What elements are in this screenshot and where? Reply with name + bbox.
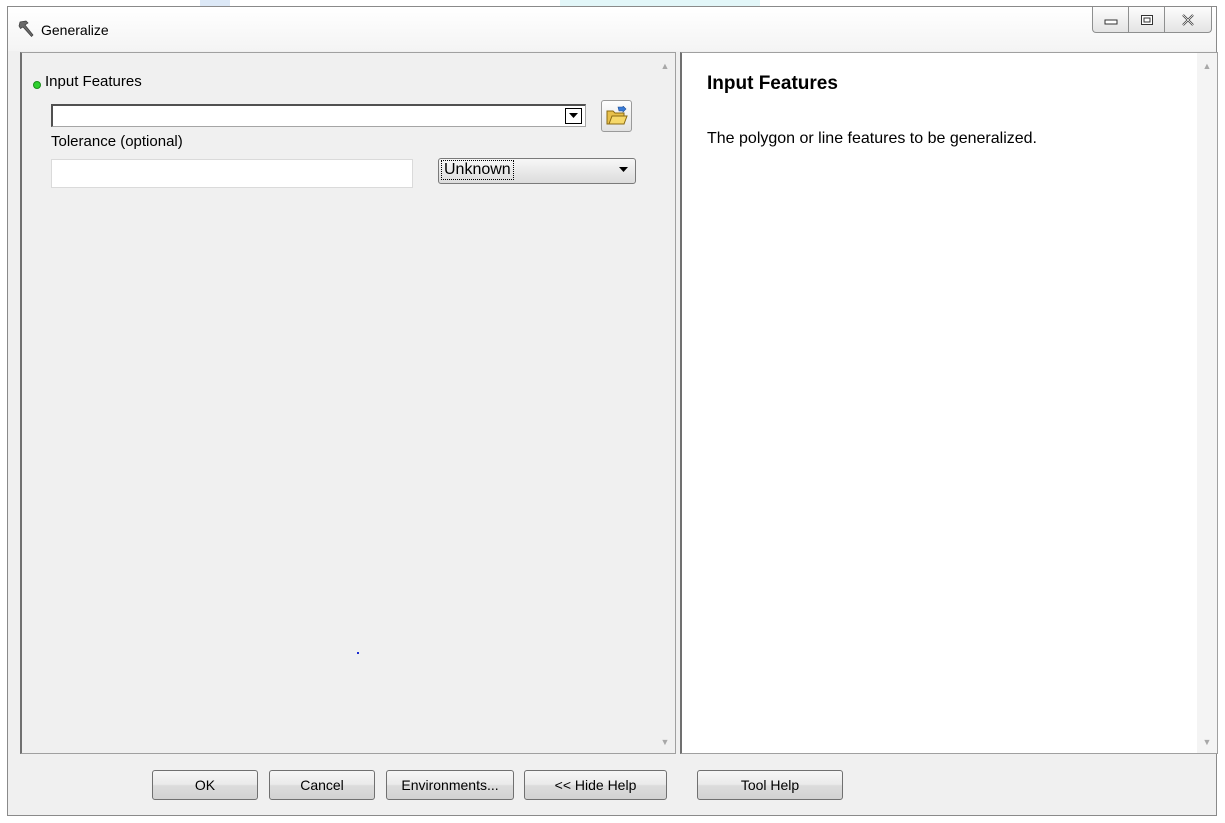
ok-button[interactable]: OK	[152, 770, 258, 800]
scroll-down-arrow-icon[interactable]: ▼	[1197, 733, 1217, 751]
help-pane: Input Features The polygon or line featu…	[680, 52, 1218, 754]
input-features-dropdown-button[interactable]	[565, 108, 582, 124]
help-scrollbar[interactable]: ▲ ▼	[1197, 53, 1217, 753]
parameters-scrollbar[interactable]: ▲ ▼	[655, 53, 675, 753]
help-text: The polygon or line features to be gener…	[707, 130, 1037, 147]
restore-button[interactable]	[1128, 7, 1165, 33]
caption-buttons	[1092, 7, 1212, 33]
chevron-down-icon	[569, 113, 578, 118]
hammer-icon	[18, 20, 34, 38]
browse-input-features-button[interactable]	[601, 100, 632, 132]
close-button[interactable]	[1164, 7, 1212, 33]
minimize-icon	[1104, 19, 1117, 24]
title-bar[interactable]: Generalize	[8, 7, 1216, 51]
input-features-label: Input Features	[45, 73, 142, 90]
required-parameter-indicator	[33, 81, 41, 89]
restore-icon	[1140, 14, 1153, 25]
close-icon	[1182, 13, 1194, 26]
tool-dialog-window: Generalize Input Features Tolerance (opt…	[7, 6, 1218, 816]
hide-help-button[interactable]: << Hide Help	[524, 770, 667, 800]
scroll-up-arrow-icon[interactable]: ▲	[1197, 57, 1217, 75]
minimize-button[interactable]	[1092, 7, 1129, 33]
chevron-down-icon	[619, 167, 628, 172]
tolerance-input[interactable]	[51, 159, 413, 188]
window-title: Generalize	[41, 22, 109, 38]
scroll-up-arrow-icon[interactable]: ▲	[655, 57, 675, 75]
stray-pixel	[357, 652, 359, 654]
tolerance-unit-value: Unknown	[441, 160, 514, 180]
input-features-combobox[interactable]	[51, 104, 586, 127]
cancel-button[interactable]: Cancel	[269, 770, 375, 800]
tolerance-unit-select[interactable]: Unknown	[438, 158, 636, 184]
tolerance-label: Tolerance (optional)	[51, 133, 183, 150]
help-title: Input Features	[707, 73, 838, 94]
open-folder-icon	[606, 106, 628, 125]
tool-help-button[interactable]: Tool Help	[697, 770, 843, 800]
parameters-pane: Input Features Tolerance (optional) Unkn…	[20, 52, 676, 754]
scroll-down-arrow-icon[interactable]: ▼	[655, 733, 675, 751]
environments-button[interactable]: Environments...	[386, 770, 514, 800]
